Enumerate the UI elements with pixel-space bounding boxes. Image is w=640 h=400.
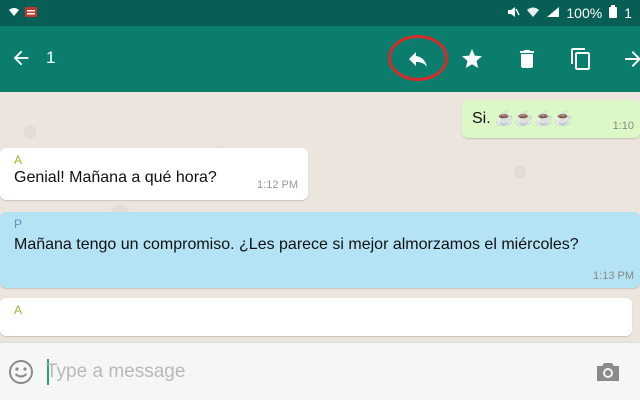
message-outgoing[interactable]: Si. ☕☕☕☕ 1:10 <box>462 100 640 138</box>
message-text: Si. <box>472 110 491 127</box>
message-time: 1:13 PM <box>593 270 634 282</box>
status-left <box>8 5 38 21</box>
message-time: 1:12 PM <box>257 179 298 191</box>
star-button[interactable] <box>455 42 489 76</box>
message-selected[interactable]: P Mañana tengo un compromiso. ¿Les parec… <box>0 212 640 288</box>
message-time: 1:10 <box>612 120 634 132</box>
message-incoming[interactable]: A <box>0 298 632 336</box>
wifi-icon <box>8 6 20 21</box>
selection-toolbar: 1 <box>0 26 640 92</box>
message-text: Genial! Mañana a qué hora? <box>14 169 217 186</box>
composer-bar <box>0 342 640 400</box>
notification-icon <box>24 5 38 21</box>
back-arrow-icon[interactable] <box>6 43 36 73</box>
forward-button[interactable] <box>616 42 640 76</box>
reply-button[interactable] <box>401 42 435 76</box>
battery-level: 100% <box>566 5 603 21</box>
status-clock: 1 <box>624 5 632 21</box>
message-text: Mañana tengo un compromiso. ¿Les parece … <box>14 236 579 253</box>
forward-arrow-icon <box>625 51 640 67</box>
copy-icon <box>571 48 590 70</box>
camera-icon[interactable] <box>594 359 622 385</box>
message-incoming[interactable]: A Genial! Mañana a qué hora? 1:12 PM <box>0 148 308 200</box>
message-input[interactable] <box>46 355 576 389</box>
status-bar: 100% 1 <box>0 0 640 26</box>
star-icon <box>462 49 482 68</box>
selected-count: 1 <box>46 48 56 67</box>
emoji-icon[interactable] <box>8 359 34 385</box>
status-right: 100% 1 <box>506 4 632 22</box>
trash-icon <box>520 50 534 68</box>
wifi-signal-icon <box>526 5 540 21</box>
sender-name: A <box>14 153 23 167</box>
mute-icon <box>506 5 521 21</box>
coffee-emoji: ☕☕☕☕ <box>495 110 574 127</box>
cell-signal-icon <box>546 5 560 21</box>
delete-button[interactable] <box>510 42 544 76</box>
copy-button[interactable] <box>564 42 598 76</box>
battery-icon <box>608 4 618 22</box>
reply-icon <box>409 52 427 67</box>
chat-area[interactable]: Si. ☕☕☕☕ 1:10 A Genial! Mañana a qué hor… <box>0 92 640 342</box>
sender-name: A <box>14 303 23 317</box>
sender-name: P <box>14 217 23 231</box>
